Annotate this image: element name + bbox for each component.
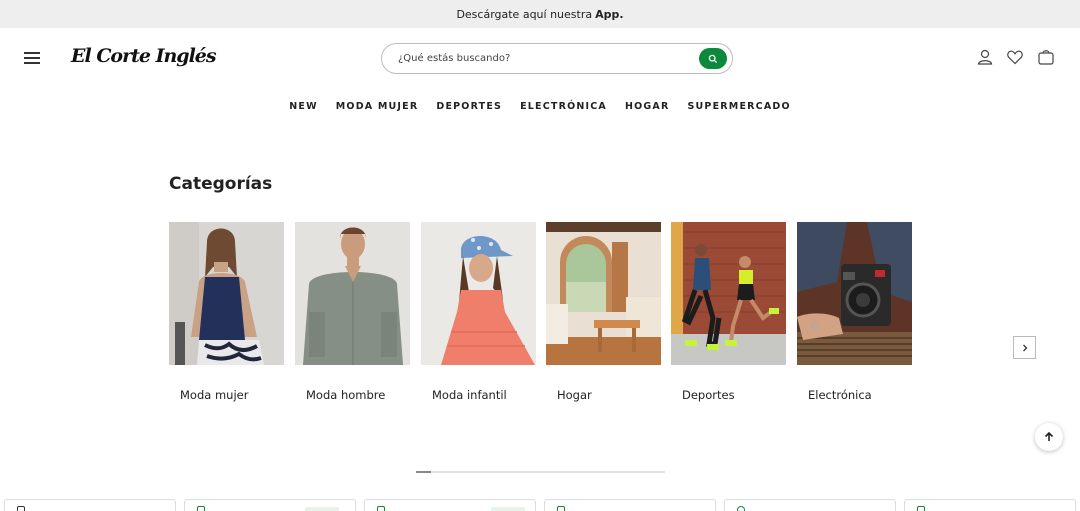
- category-card-deportes[interactable]: Deportes: [671, 222, 786, 402]
- category-image-hogar: [546, 222, 661, 365]
- search-button[interactable]: [699, 48, 727, 69]
- user-icon[interactable]: [976, 48, 994, 66]
- service-card[interactable]: [4, 499, 176, 511]
- service-badge: [491, 507, 525, 511]
- heart-icon[interactable]: [1006, 48, 1024, 66]
- category-label: Deportes: [682, 388, 735, 402]
- header: El Corte Inglés: [0, 28, 1080, 88]
- service-icon: [737, 506, 745, 511]
- scroll-to-top-button[interactable]: [1035, 423, 1063, 451]
- service-card[interactable]: [724, 499, 896, 511]
- chevron-right-icon: [1022, 344, 1027, 351]
- category-card-moda-hombre[interactable]: Moda hombre: [295, 222, 410, 402]
- bag-icon[interactable]: [1037, 48, 1055, 66]
- category-label: Electrónica: [808, 388, 872, 402]
- service-icon: [557, 506, 565, 511]
- service-icon: [197, 506, 205, 511]
- service-card[interactable]: [544, 499, 716, 511]
- service-card[interactable]: [184, 499, 356, 511]
- category-card-hogar[interactable]: Hogar: [546, 222, 661, 402]
- category-card-moda-mujer[interactable]: Moda mujer: [169, 222, 284, 402]
- service-card[interactable]: [364, 499, 536, 511]
- category-image-moda-mujer: [169, 222, 284, 365]
- service-badge: [305, 507, 339, 511]
- logo[interactable]: El Corte Inglés: [71, 45, 217, 67]
- nav-item-new[interactable]: NEW: [280, 96, 327, 118]
- bottom-services-row: [0, 499, 1080, 511]
- service-icon: [17, 506, 25, 511]
- category-image-deportes: [671, 222, 786, 365]
- category-image-moda-infantil: [421, 222, 536, 365]
- category-label: Moda infantil: [432, 388, 507, 402]
- nav-item-hogar[interactable]: HOGAR: [616, 96, 679, 118]
- nav-item-supermercado[interactable]: SUPERMERCADO: [678, 96, 799, 118]
- search-icon: [708, 54, 718, 63]
- promo-text: Descárgate aquí nuestra: [456, 7, 593, 21]
- nav-item-electronica[interactable]: ELECTRÓNICA: [511, 96, 616, 118]
- category-image-electronica: [797, 222, 912, 365]
- nav-item-deportes[interactable]: DEPORTES: [427, 96, 511, 118]
- nav-item-moda-mujer[interactable]: MODA MUJER: [327, 96, 428, 118]
- category-card-electronica[interactable]: Electrónica: [797, 222, 912, 402]
- category-label: Moda mujer: [180, 388, 249, 402]
- search-bar[interactable]: [381, 43, 733, 74]
- categories-title: Categorías: [169, 174, 273, 194]
- category-card-moda-infantil[interactable]: Moda infantil: [421, 222, 536, 402]
- carousel-scrollbar[interactable]: [416, 471, 665, 473]
- main-nav: NEW MODA MUJER DEPORTES ELECTRÓNICA HOGA…: [0, 96, 1080, 118]
- arrow-up-icon: [1044, 431, 1054, 441]
- promo-app-link[interactable]: App.: [595, 8, 623, 21]
- carousel-next-button[interactable]: [1013, 336, 1036, 359]
- service-icon: [377, 506, 385, 511]
- service-icon: [917, 506, 925, 511]
- hamburger-menu-icon[interactable]: [24, 52, 40, 64]
- service-card[interactable]: [904, 499, 1076, 511]
- category-label: Moda hombre: [306, 388, 386, 402]
- promo-bar[interactable]: Descárgate aquí nuestra App.: [0, 0, 1080, 28]
- category-image-moda-hombre: [295, 222, 410, 365]
- search-input[interactable]: [398, 53, 688, 64]
- category-label: Hogar: [557, 388, 592, 402]
- carousel-scrollbar-thumb[interactable]: [416, 471, 431, 473]
